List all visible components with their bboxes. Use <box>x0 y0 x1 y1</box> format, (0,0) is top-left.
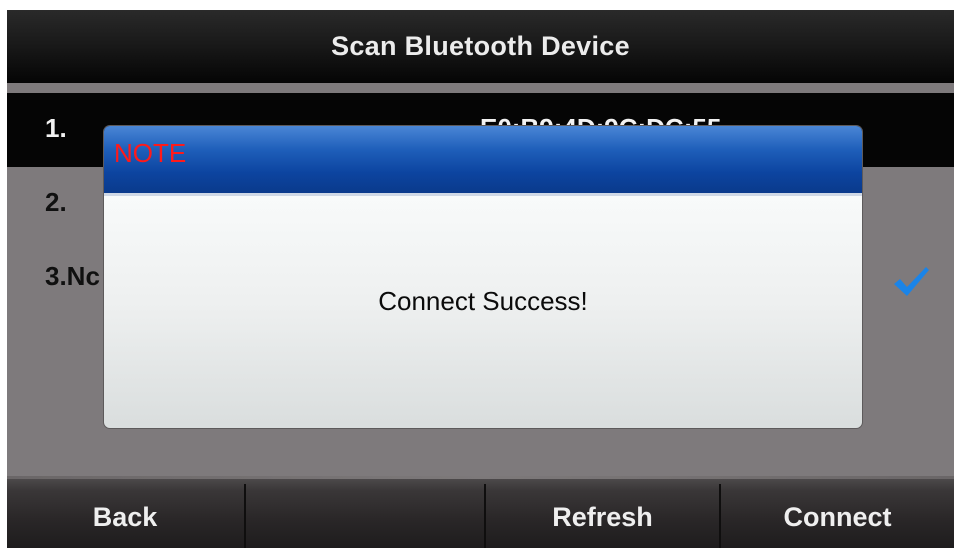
note-dialog: NOTE Connect Success! <box>104 126 862 428</box>
phone-screen: Scan Bluetooth Device 1. E0:B9:4D:9C:DC:… <box>7 10 954 548</box>
page-title: Scan Bluetooth Device <box>331 31 630 61</box>
back-label: Back <box>92 501 158 532</box>
title-bar: Scan Bluetooth Device <box>7 10 954 83</box>
empty-softkey[interactable] <box>246 476 484 548</box>
dialog-message: Connect Success! <box>378 286 588 316</box>
refresh-label: Refresh <box>552 501 653 532</box>
connect-label: Connect <box>783 501 892 532</box>
device-number: 1. <box>45 113 67 143</box>
softkey-bar: Back Refresh Connect <box>7 476 954 548</box>
dialog-title: NOTE <box>114 138 187 168</box>
back-button[interactable]: Back <box>7 476 243 548</box>
device-number: 2. <box>45 187 67 217</box>
connect-button[interactable]: Connect <box>721 476 954 548</box>
dialog-header: NOTE <box>104 126 862 193</box>
dialog-body: Connect Success! <box>104 193 862 428</box>
refresh-button[interactable]: Refresh <box>486 476 719 548</box>
device-name: 3.Nc <box>45 261 100 291</box>
check-icon <box>894 267 929 296</box>
